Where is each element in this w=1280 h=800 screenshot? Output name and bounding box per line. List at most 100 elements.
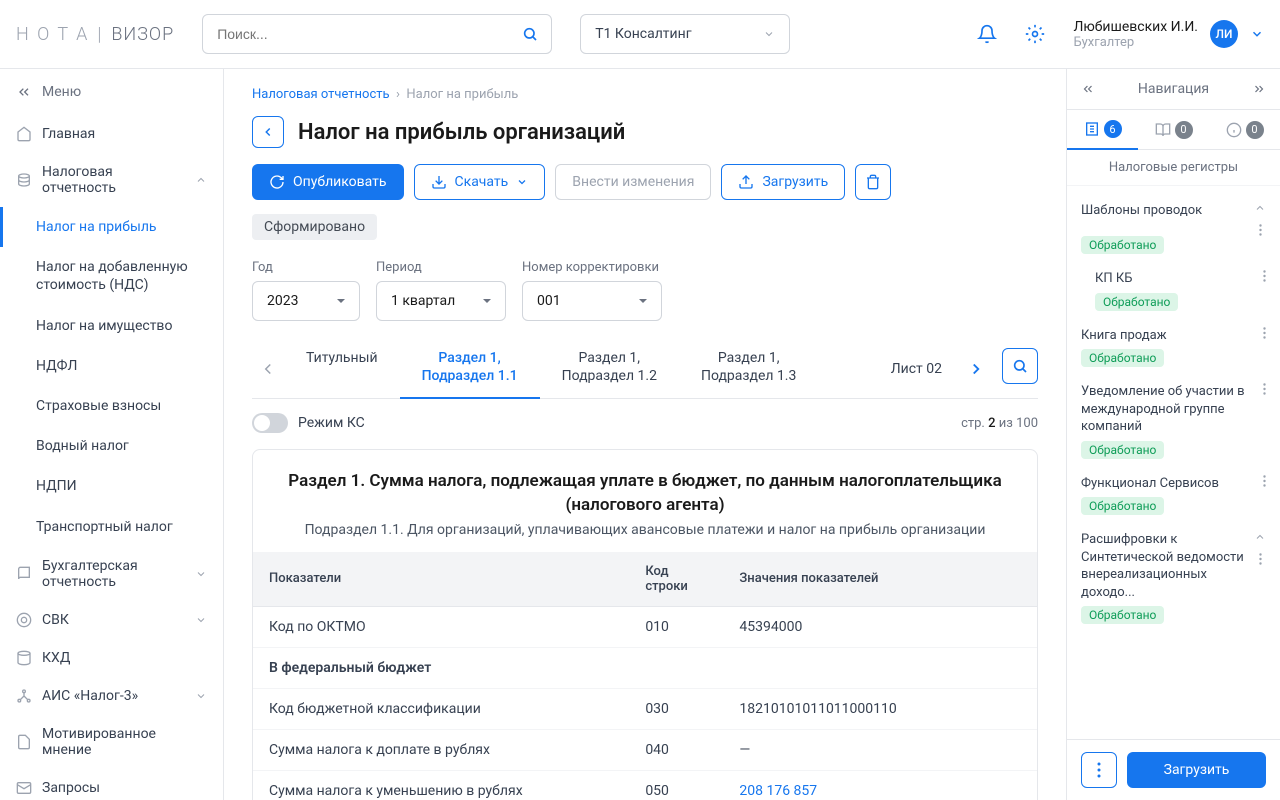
year-label: Год <box>252 260 360 275</box>
nav-water-tax[interactable]: Водный налог <box>0 426 223 466</box>
page-title: Налог на прибыль организаций <box>298 120 625 145</box>
target-icon <box>16 612 32 628</box>
tab-section-1-1[interactable]: Раздел 1,Подраздел 1.1 <box>400 339 540 399</box>
user-role: Бухгалтер <box>1073 35 1198 50</box>
tab-section-1-3[interactable]: Раздел 1,Подраздел 1.3 <box>679 339 818 398</box>
more-icon[interactable] <box>1263 327 1266 339</box>
nav-svk[interactable]: СВК <box>0 601 223 639</box>
chevron-up-icon <box>195 174 207 186</box>
nav-transport-tax[interactable]: Транспортный налог <box>0 507 223 547</box>
database-icon <box>16 650 32 666</box>
tab-title-page[interactable]: Титульный <box>284 339 400 398</box>
search-icon[interactable] <box>522 26 538 42</box>
rp-tab-registers[interactable]: 6 <box>1067 110 1138 150</box>
nav-accounting[interactable]: Бухгалтерская отчетность <box>0 547 223 601</box>
delete-button[interactable] <box>855 164 891 200</box>
nav-tax-reporting[interactable]: Налоговая отчетность <box>0 153 223 207</box>
back-button[interactable] <box>252 116 284 148</box>
nav-ndfl[interactable]: НДФЛ <box>0 346 223 386</box>
nav-ndpi[interactable]: НДПИ <box>0 466 223 506</box>
card-subtitle: Подраздел 1.1. Для организаций, уплачива… <box>277 522 1013 538</box>
bell-icon[interactable] <box>977 24 997 44</box>
status-badge: Сформировано <box>252 214 377 240</box>
rp-tab-2[interactable]: 0 <box>1138 110 1209 149</box>
chevron-down-icon <box>195 614 207 626</box>
tabs-prev[interactable] <box>252 360 284 378</box>
breadcrumb: Налоговая отчетность › Налог на прибыль <box>252 87 1038 102</box>
breadcrumb-root[interactable]: Налоговая отчетность <box>252 87 390 102</box>
user-menu[interactable]: Любишевских И.И. Бухгалтер ЛИ <box>1073 19 1264 50</box>
rp-tab-3[interactable]: 0 <box>1209 110 1280 149</box>
download-button[interactable]: Скачать <box>414 164 546 200</box>
period-select[interactable]: 1 квартал <box>376 281 506 321</box>
nav-khd[interactable]: КХД <box>0 639 223 677</box>
global-search[interactable] <box>202 14 552 54</box>
panel-collapse-right[interactable] <box>1252 82 1266 96</box>
breadcrumb-leaf: Налог на прибыль <box>406 87 518 102</box>
user-name: Любишевских И.И. <box>1073 19 1198 35</box>
gear-icon[interactable] <box>1025 24 1045 44</box>
home-icon <box>16 126 32 142</box>
rp-item[interactable]: Уведомление об участии в международной г… <box>1067 375 1280 467</box>
book-open-icon <box>1155 122 1171 138</box>
nav-profit-tax[interactable]: Налог на прибыль <box>0 207 223 247</box>
nav-requests[interactable]: Запросы <box>0 769 223 800</box>
table-row: Код по ОКТМО01045394000 <box>253 606 1037 647</box>
tabs-next[interactable] <box>960 360 992 378</box>
nav-vat[interactable]: Налог на добавленную стоимость (НДС) <box>0 247 223 305</box>
rp-item[interactable]: КП КБОбработано <box>1067 262 1280 319</box>
document-icon <box>16 734 32 750</box>
panel-title: Навигация <box>1138 81 1209 97</box>
data-card: Раздел 1. Сумма налога, подлежащая уплат… <box>252 449 1038 800</box>
rp-item[interactable]: Шаблоны проводокОбработано <box>1067 194 1280 262</box>
nav-opinion[interactable]: Мотивированное мнение <box>0 715 223 769</box>
right-panel: Навигация 6 0 0 Налоговые регистры Шабло… <box>1066 69 1280 800</box>
search-input[interactable] <box>202 14 552 54</box>
ks-mode-toggle[interactable]: Режим КС <box>252 413 365 433</box>
nav-insurance[interactable]: Страховые взносы <box>0 386 223 426</box>
chevron-down-icon <box>1250 27 1264 41</box>
avatar: ЛИ <box>1210 20 1238 48</box>
organization-select[interactable]: Т1 Консалтинг <box>580 14 790 54</box>
card-title: Раздел 1. Сумма налога, подлежащая уплат… <box>277 470 1013 518</box>
sheet-label: Лист 02 <box>873 351 960 387</box>
chevron-down-icon <box>763 28 775 40</box>
more-icon[interactable] <box>1263 270 1266 282</box>
toggle-switch[interactable] <box>252 413 288 433</box>
more-icon[interactable] <box>1259 553 1262 565</box>
col-code: Код строки <box>629 552 723 607</box>
year-select[interactable]: 2023 <box>252 281 360 321</box>
rp-more-button[interactable] <box>1081 752 1117 788</box>
rp-item[interactable]: Книга продажОбработано <box>1067 319 1280 376</box>
corr-select[interactable]: 001 <box>522 281 662 321</box>
nav-ais[interactable]: АИС «Налог-3» <box>0 677 223 715</box>
corr-label: Номер корректировки <box>522 260 662 275</box>
panel-collapse-left[interactable] <box>1081 82 1095 96</box>
publish-button[interactable]: Опубликовать <box>252 164 404 200</box>
upload-button[interactable]: Загрузить <box>721 164 845 200</box>
nav-home[interactable]: Главная <box>0 115 223 153</box>
more-icon[interactable] <box>1263 383 1266 395</box>
rp-item[interactable]: Функционал СервисовОбработано <box>1067 467 1280 524</box>
tab-section-1-2[interactable]: Раздел 1,Подраздел 1.2 <box>540 339 679 398</box>
network-icon <box>16 688 32 704</box>
book-icon <box>16 566 32 582</box>
app-logo: Н О Т А | ВИЗОР <box>16 24 174 45</box>
tab-search-button[interactable] <box>1002 348 1038 384</box>
app-header: Н О Т А | ВИЗОР Т1 Консалтинг Любишевски… <box>0 0 1280 69</box>
info-icon <box>1226 122 1242 138</box>
main-content: Налоговая отчетность › Налог на прибыль … <box>224 69 1066 800</box>
col-indicator: Показатели <box>253 552 629 607</box>
rp-load-button[interactable]: Загрузить <box>1127 752 1266 788</box>
more-icon[interactable] <box>1263 475 1266 487</box>
col-value: Значения показателей <box>723 552 1037 607</box>
chevron-down-icon <box>195 690 207 702</box>
pagination: стр. 2 из 100 <box>961 416 1038 431</box>
coins-icon <box>16 172 32 188</box>
rp-item[interactable]: Расшифровки к Синтетической ведомости вн… <box>1067 523 1280 632</box>
rp-subtitle: Налоговые регистры <box>1067 150 1280 186</box>
nav-property-tax[interactable]: Налог на имущество <box>0 306 223 346</box>
more-icon[interactable] <box>1259 224 1262 236</box>
sidebar-collapse[interactable]: Меню <box>0 69 223 115</box>
data-table: Показатели Код строки Значения показател… <box>253 552 1037 800</box>
